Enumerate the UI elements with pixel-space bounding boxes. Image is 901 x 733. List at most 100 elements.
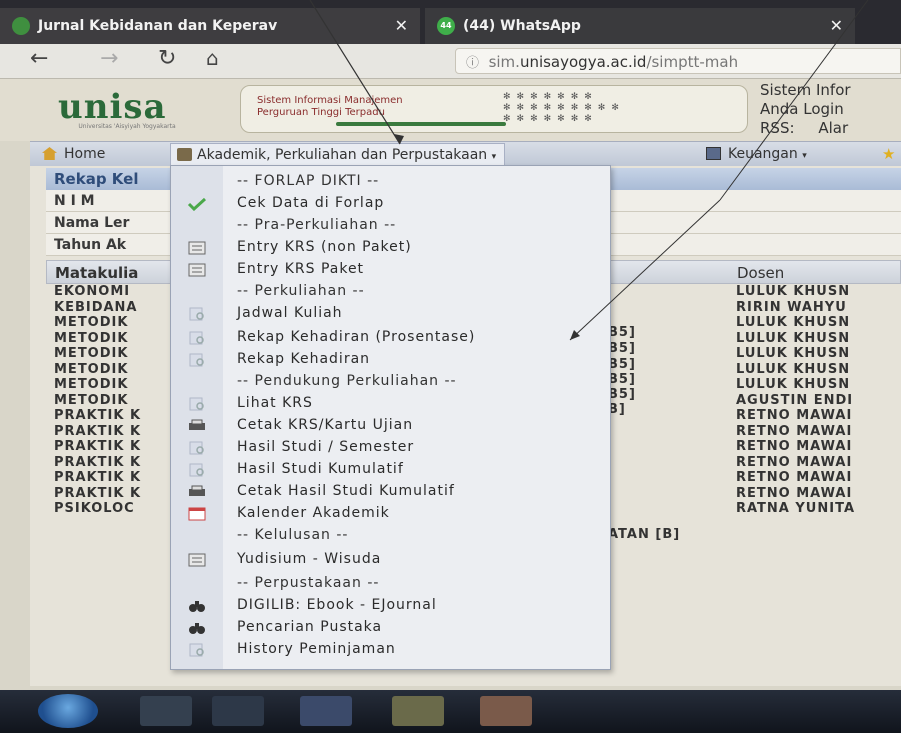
menu-item-yudisium-wisuda[interactable]: Yudisium - Wisuda [171,548,610,570]
menu-item-cek-data-di-forlap[interactable]: Cek Data di Forlap [171,192,610,214]
view-icon [187,352,207,367]
kelas-cell: ATAN [B] [608,527,681,542]
matakuliah-cell: METODIK [54,315,129,330]
menu-akademik[interactable]: Akademik, Perkuliahan dan Perpustakaan ▾ [170,143,506,167]
dosen-cell: AGUSTIN ENDI [736,392,854,408]
printer-icon [187,418,207,432]
menu-section-perkuliahan: -- Perkuliahan -- [171,280,610,302]
menu-item-rekap-kehadiran-prosentase[interactable]: Rekap Kehadiran (Prosentase) [171,326,610,348]
tab-whatsapp[interactable]: 44 (44) WhatsApp ✕ [425,8,855,44]
star-icon[interactable]: ★ [882,145,895,163]
banner-bar [336,122,506,126]
menu-section-perpustakaan: -- Perpustakaan -- [171,572,610,594]
close-tab-icon[interactable]: ✕ [830,8,843,44]
site-favicon-icon [12,17,30,35]
dosen-cell: LULUK KHUSN [736,315,851,330]
banner-title: Sistem Informasi Manajemen [257,95,403,106]
menu-section-forlap-dikti: -- FORLAP DIKTI -- [171,170,610,192]
menu-section-kelulusan: -- Kelulusan -- [171,524,610,546]
kelas-cell: B5] [608,325,636,340]
view-icon [187,642,207,657]
menu-item-label: Entry KRS Paket [237,261,365,277]
dosen-cell: RETNO MAWAI [736,408,853,423]
dosen-cell: RETNO MAWAI [736,423,853,439]
menu-akademik-label: Akademik, Perkuliahan dan Perpustakaan [197,147,488,163]
taskbar-app-word[interactable] [300,696,352,726]
kelas-cell: B5] [608,341,636,356]
view-icon [187,440,207,455]
tab-title: Jurnal Kebidanan dan Keperav [38,18,278,34]
matakuliah-cell: METODIK [54,361,129,377]
menu-item-entry-krs-non-paket[interactable]: Entry KRS (non Paket) [171,236,610,258]
unisa-logo[interactable]: unisa [58,87,167,127]
banner-subtitle: Perguruan Tinggi Terpadu [257,107,385,118]
binoculars-icon [187,598,207,612]
url-prefix: sim. [488,53,520,71]
info-icon: ⓘ [466,56,480,71]
menu-item-cetak-krs-kartu-ujian[interactable]: Cetak KRS/Kartu Ujian [171,414,610,436]
menu-keuangan[interactable]: Keuangan ▾ [698,143,807,165]
view-icon [187,462,207,477]
kelas-cell: B5] [608,357,636,372]
menu-item-jadwal-kuliah[interactable]: Jadwal Kuliah [171,302,610,324]
menu-item-digilib-ebook-ejournal[interactable]: DIGILIB: Ebook - EJournal [171,594,610,616]
view-icon [187,396,207,411]
back-arrow-icon[interactable]: ← [30,46,48,71]
main-menu-bar: Home Akademik, Perkuliahan dan Perpustak… [30,141,901,167]
matakuliah-cell: METODIK [54,392,129,408]
menu-item-entry-krs-paket[interactable]: Entry KRS Paket [171,258,610,280]
browser-tab-bar: Jurnal Kebidanan dan Keperav ✕ 44 (44) W… [0,0,901,44]
windows-taskbar [0,690,901,733]
menu-item-label: Cetak KRS/Kartu Ujian [237,417,414,433]
reload-icon[interactable]: ↻ [158,46,176,71]
matakuliah-cell: PRAKTIK K [54,470,142,485]
close-tab-icon[interactable]: ✕ [395,8,408,44]
matakuliah-cell: PRAKTIK K [54,439,142,454]
url-path: /simptt-mah [646,53,739,71]
dosen-cell: RETNO MAWAI [736,485,853,501]
printer-icon [187,484,207,498]
rss-label: RSS: [760,119,795,137]
dosen-cell: RETNO MAWAI [736,439,853,454]
dosen-cell: LULUK KHUSN [736,284,851,299]
taskbar-app-media[interactable] [140,696,192,726]
site-header: unisa Universitas 'Aisyiyah Yogyakarta S… [0,79,901,141]
menu-item-kalender-akademik[interactable]: Kalender Akademik [171,502,610,524]
menu-item-label: Entry KRS (non Paket) [237,239,412,255]
url-input[interactable]: ⓘ sim.unisayogya.ac.id/simptt-mah [455,48,901,74]
finance-icon [706,147,721,160]
akademik-dropdown-menu: -- FORLAP DIKTI -- Cek Data di Forlap -- P… [170,165,611,670]
menu-item-label: History Peminjaman [237,641,396,657]
menu-item-history-peminjaman[interactable]: History Peminjaman [171,638,610,660]
column-matakuliah: Matakulia [55,264,139,282]
tab-jurnal[interactable]: Jurnal Kebidanan dan Keperav ✕ [0,8,420,44]
menu-item-lihat-krs[interactable]: Lihat KRS [171,392,610,414]
taskbar-app-firefox[interactable] [480,696,532,726]
dosen-cell: RETNO MAWAI [736,454,853,470]
menu-section-pra-perkuliahan: -- Pra-Perkuliahan -- [171,214,610,236]
whatsapp-icon: 44 [437,17,455,35]
home-icon[interactable]: ⌂ [206,46,219,70]
menu-item-label: -- Pra-Perkuliahan -- [237,217,397,233]
taskbar-app-explorer[interactable] [392,696,444,726]
menu-item-hasil-studi-kumulatif[interactable]: Hasil Studi Kumulatif [171,458,610,480]
menu-item-cetak-hasil-studi-kumulatif[interactable]: Cetak Hasil Studi Kumulatif [171,480,610,502]
matakuliah-cell: PRAKTIK K [54,423,142,439]
menu-item-label: Cek Data di Forlap [237,195,385,211]
menu-item-label: Pencarian Pustaka [237,619,383,635]
menu-item-label: Cetak Hasil Studi Kumulatif [237,483,455,499]
menu-item-hasil-studi-semester[interactable]: Hasil Studi / Semester [171,436,610,458]
matakuliah-cell: METODIK [54,346,129,361]
menu-home[interactable]: Home [42,143,105,165]
menu-item-label: Hasil Studi Kumulatif [237,461,404,477]
menu-item-label: DIGILIB: Ebook - EJournal [237,597,437,613]
taskbar-app-excel[interactable] [212,696,264,726]
menu-item-label: -- Pendukung Perkuliahan -- [237,373,457,389]
check-icon [187,196,207,212]
matakuliah-cell: KEBIDANA [54,299,138,315]
start-button[interactable] [38,694,98,728]
menu-item-rekap-kehadiran[interactable]: Rekap Kehadiran [171,348,610,370]
menu-item-pencarian-pustaka[interactable]: Pencarian Pustaka [171,616,610,638]
forward-arrow-icon[interactable]: → [100,46,118,71]
rss-value: Alar [818,119,849,137]
